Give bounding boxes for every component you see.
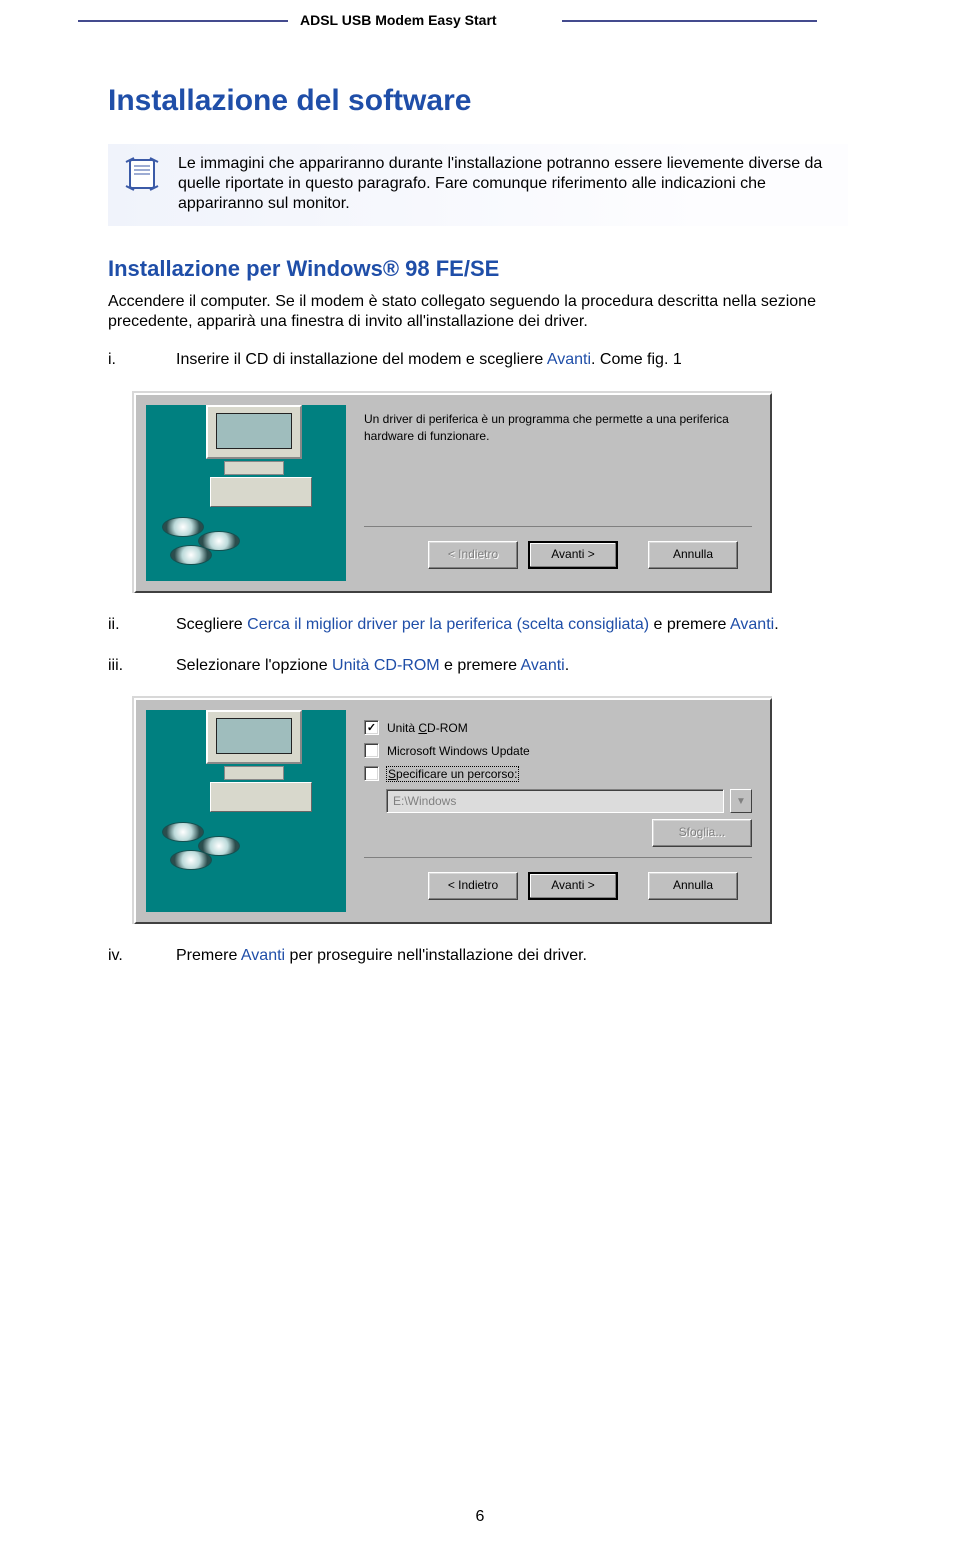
- header-title: ADSL USB Modem Easy Start: [300, 12, 497, 28]
- note-icon: [122, 154, 164, 200]
- note-box: Le immagini che appariranno durante l'in…: [108, 144, 848, 226]
- step-text: Inserire il CD di installazione del mode…: [176, 350, 682, 371]
- cd-icon: [170, 545, 212, 565]
- next-button[interactable]: Avanti >: [528, 541, 618, 569]
- cd-icon: [170, 850, 212, 870]
- step-text: Premere Avanti per proseguire nell'insta…: [176, 946, 587, 967]
- wizard-button-row: < Indietro Avanti > Annulla: [364, 857, 752, 912]
- checkbox-winupdate-row: Microsoft Windows Update: [364, 743, 752, 758]
- checkbox-cdrom-row: ✓ Unità CD-ROM: [364, 720, 752, 735]
- intro-paragraph: Accendere il computer. Se il modem è sta…: [108, 292, 848, 332]
- path-input[interactable]: E:\Windows: [386, 789, 724, 813]
- browse-button[interactable]: Sfoglia...: [652, 819, 752, 847]
- step-text: Scegliere Cerca il miglior driver per la…: [176, 615, 779, 636]
- back-button[interactable]: < Indietro: [428, 541, 518, 569]
- page-header: ADSL USB Modem Easy Start: [0, 0, 960, 34]
- page-number: 6: [0, 1508, 960, 1526]
- dropdown-arrow-icon[interactable]: ▼: [730, 789, 752, 813]
- wizard-body-text: Un driver di periferica è un programma c…: [364, 411, 752, 446]
- wizard-button-row: < Indietro Avanti > Annulla: [364, 526, 752, 581]
- checkbox-path-label: Specificare un percorso:: [387, 767, 518, 781]
- checkbox-path[interactable]: [364, 766, 379, 781]
- back-button[interactable]: < Indietro: [428, 872, 518, 900]
- note-text: Le immagini che appariranno durante l'in…: [178, 154, 834, 214]
- step-number: iv.: [108, 946, 138, 967]
- cancel-button[interactable]: Annulla: [648, 872, 738, 900]
- cd-icon: [162, 517, 204, 537]
- wizard-graphic-panel: [146, 405, 346, 581]
- checkbox-cdrom-label: Unità CD-ROM: [387, 721, 468, 735]
- header-rule-right: [562, 20, 817, 22]
- step-ii: ii. Scegliere Cerca il miglior driver pe…: [108, 615, 848, 636]
- step-iii: iii. Selezionare l'opzione Unità CD-ROM …: [108, 656, 848, 677]
- wizard-dialog-1: Un driver di periferica è un programma c…: [132, 391, 772, 593]
- step-i: i. Inserire il CD di installazione del m…: [108, 350, 848, 371]
- step-iv: iv. Premere Avanti per proseguire nell'i…: [108, 946, 848, 967]
- section-heading: Installazione per Windows® 98 FE/SE: [108, 256, 848, 282]
- cancel-button[interactable]: Annulla: [648, 541, 738, 569]
- header-rule-left: [78, 20, 288, 22]
- path-input-row: E:\Windows ▼: [386, 789, 752, 813]
- step-number: i.: [108, 350, 138, 371]
- checkbox-winupdate[interactable]: [364, 743, 379, 758]
- checkbox-cdrom[interactable]: ✓: [364, 720, 379, 735]
- next-button[interactable]: Avanti >: [528, 872, 618, 900]
- step-number: iii.: [108, 656, 138, 677]
- step-number: ii.: [108, 615, 138, 636]
- step-text: Selezionare l'opzione Unità CD-ROM e pre…: [176, 656, 569, 677]
- cd-icon: [162, 822, 204, 842]
- checkbox-path-row: Specificare un percorso:: [364, 766, 752, 781]
- checkbox-winupdate-label: Microsoft Windows Update: [387, 744, 530, 758]
- wizard-dialog-2: ✓ Unità CD-ROM Microsoft Windows Update …: [132, 696, 772, 924]
- wizard-graphic-panel: [146, 710, 346, 912]
- page-title: Installazione del software: [108, 84, 848, 118]
